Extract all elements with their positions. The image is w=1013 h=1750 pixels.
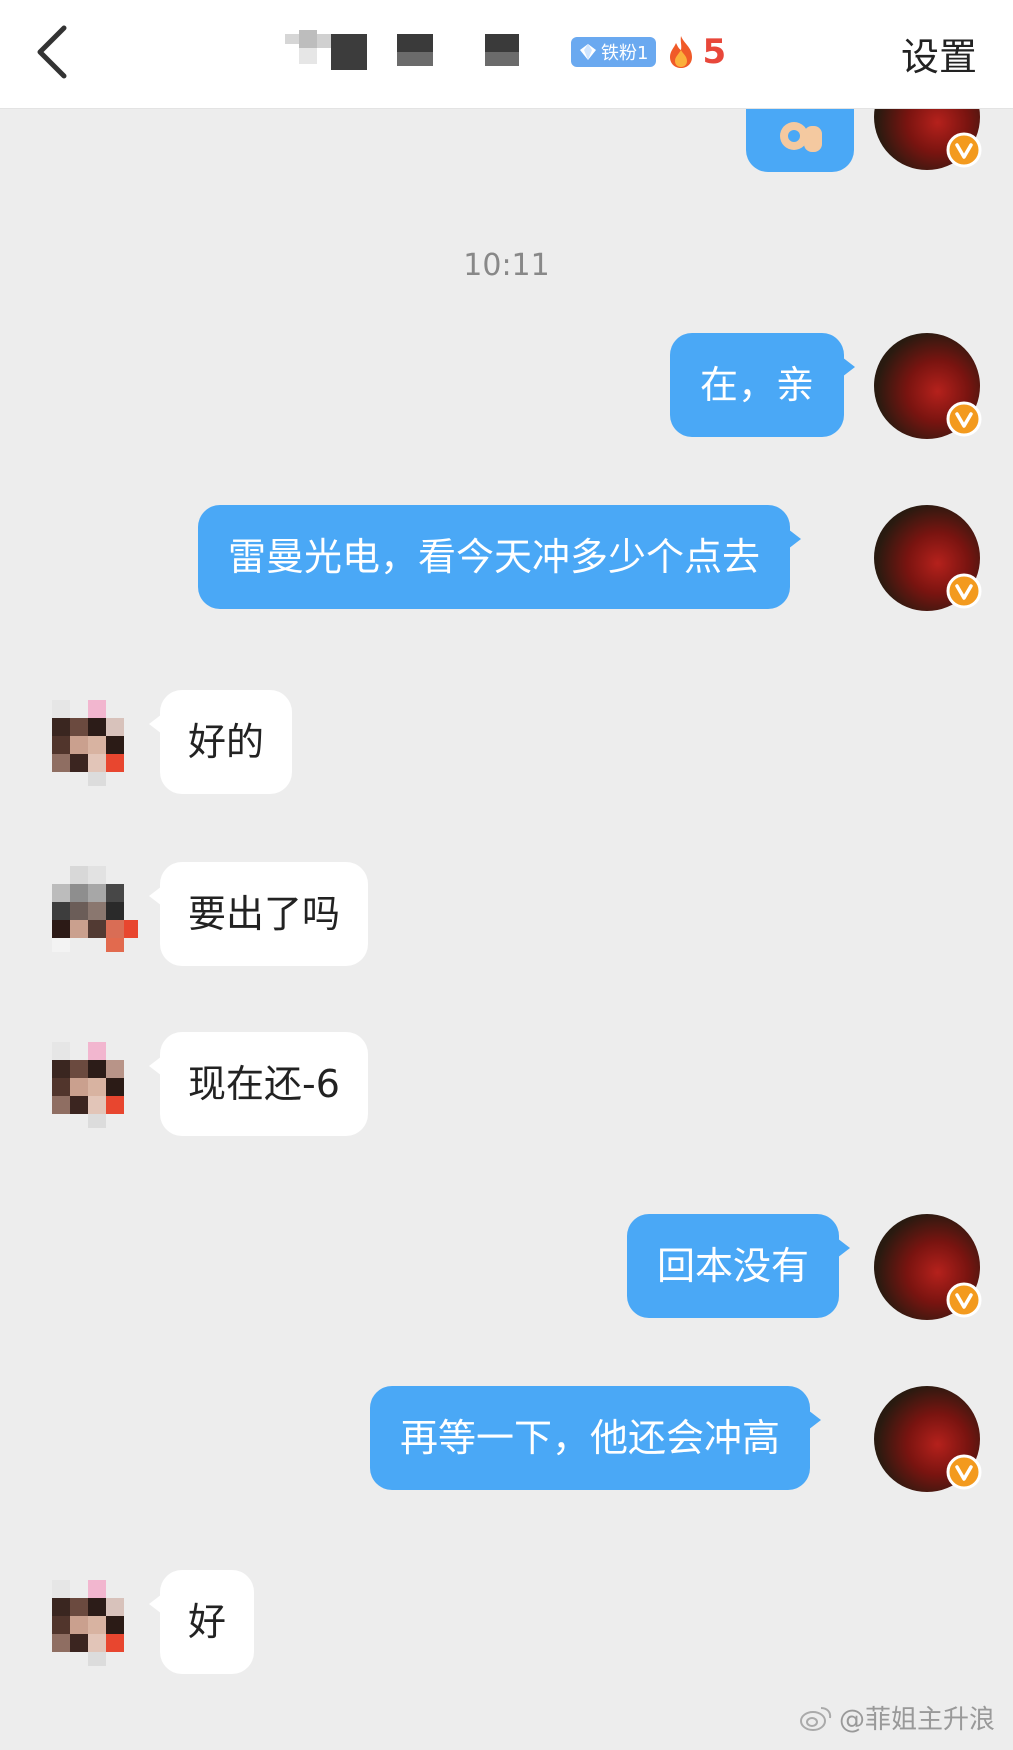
redacted-username — [285, 30, 565, 74]
watermark-text: @菲姐主升浪 — [838, 1705, 995, 1735]
message-text: 在，亲 — [700, 363, 815, 407]
contact-avatar[interactable] — [34, 1570, 140, 1676]
diamond-icon — [580, 44, 596, 60]
chat-header: 铁粉1 5 设置 — [0, 0, 1013, 109]
self-avatar[interactable] — [874, 1214, 982, 1320]
watermark: @菲姐主升浪 — [799, 1699, 995, 1736]
message-text: 好的 — [188, 720, 265, 764]
incoming-message-bubble[interactable]: 好 — [148, 1570, 255, 1674]
fan-badge-label: 铁粉1 — [601, 43, 649, 64]
settings-button[interactable]: 设置 — [901, 26, 977, 81]
fan-level-badge: 铁粉1 — [571, 37, 657, 67]
message-text: 回本没有 — [657, 1244, 810, 1288]
pixelated-avatar — [52, 1042, 124, 1128]
contact-avatar[interactable] — [34, 690, 140, 796]
message-text: 要出了吗 — [188, 892, 341, 936]
incoming-message-bubble[interactable]: 现在还-6 — [149, 1032, 368, 1136]
message-text: 雷曼光电，看今天冲多少个点去 — [228, 535, 761, 579]
outgoing-message-bubble[interactable]: 雷曼光电，看今天冲多少个点去 — [198, 505, 802, 609]
outgoing-message-bubble[interactable]: 回本没有 — [627, 1214, 851, 1318]
outgoing-message-bubble[interactable]: 在，亲 — [670, 333, 856, 437]
message-text: 现在还-6 — [188, 1062, 340, 1106]
verified-badge-icon — [946, 1454, 982, 1490]
verified-badge-icon — [946, 401, 982, 437]
verified-badge-icon — [946, 1282, 982, 1318]
self-avatar[interactable] — [874, 333, 982, 439]
streak-count: 5 — [702, 32, 727, 72]
contact-avatar[interactable] — [34, 1032, 140, 1138]
chevron-left-icon — [37, 25, 67, 79]
incoming-message-bubble[interactable]: 好的 — [148, 690, 293, 794]
contact-avatar[interactable] — [34, 862, 140, 968]
chat-screen: 铁粉1 5 设置 10:11 在，亲 雷曼光电，看今天冲多少个点去 好的 要出了… — [0, 0, 1013, 1750]
self-avatar[interactable] — [874, 1386, 982, 1492]
flame-icon — [670, 36, 693, 68]
pixelated-avatar — [52, 700, 124, 786]
pixelated-avatar — [52, 1580, 124, 1666]
verified-badge-icon — [946, 573, 982, 609]
outgoing-message-bubble[interactable]: 再等一下，他还会冲高 — [370, 1386, 822, 1490]
chat-title: 铁粉1 5 — [285, 30, 726, 74]
weibo-logo-icon — [799, 1706, 832, 1731]
streak-indicator: 5 — [666, 32, 726, 72]
back-button[interactable] — [30, 20, 90, 84]
pixelated-avatar — [52, 866, 138, 952]
message-timestamp: 10:11 — [463, 248, 550, 283]
self-avatar[interactable] — [874, 505, 982, 611]
incoming-message-bubble[interactable]: 要出了吗 — [148, 862, 369, 966]
message-text: 再等一下，他还会冲高 — [400, 1416, 781, 1460]
verified-badge-icon — [946, 132, 982, 168]
message-text: 好 — [188, 1600, 227, 1644]
